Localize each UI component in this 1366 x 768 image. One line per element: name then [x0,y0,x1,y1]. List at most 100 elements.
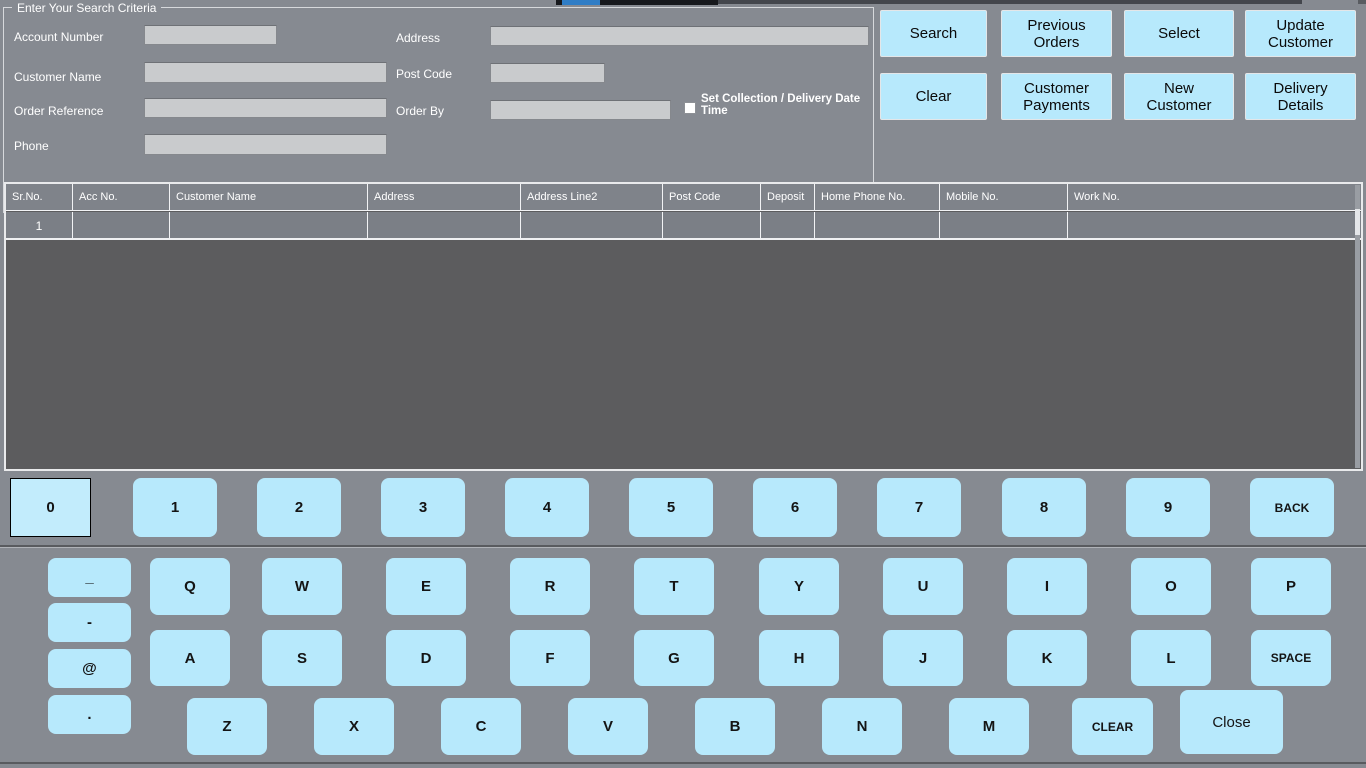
key-q[interactable]: Q [150,558,230,615]
grid-header-cell-post-code[interactable]: Post Code [663,184,761,210]
grid-scrollbar[interactable] [1355,185,1360,468]
key-2[interactable]: 2 [257,478,341,537]
delivery-details-button[interactable]: Delivery Details [1245,73,1356,120]
key-v[interactable]: V [568,698,648,755]
top-window-sliver-accent [562,0,600,5]
grid-cell[interactable] [1068,212,1361,238]
grid-header-cell-acc-no[interactable]: Acc No. [73,184,170,210]
update-customer-button[interactable]: Update Customer [1245,10,1356,57]
key-3[interactable]: 3 [381,478,465,537]
key-y[interactable]: Y [759,558,839,615]
grid-cell[interactable] [761,212,815,238]
grid-cell[interactable] [521,212,663,238]
set-collection-delivery-label: Set Collection / Delivery Date Time [701,93,873,117]
key-@[interactable]: @ [48,649,131,688]
key-g[interactable]: G [634,630,714,686]
grid-cell[interactable] [940,212,1068,238]
key-w[interactable]: W [262,558,342,615]
previous-orders-button[interactable]: Previous Orders [1001,10,1112,57]
keyboard-divider-bottom [0,762,1366,764]
customer-payments-button[interactable]: Customer Payments [1001,73,1112,120]
key-5[interactable]: 5 [629,478,713,537]
key-m[interactable]: M [949,698,1029,755]
grid-cell[interactable] [663,212,761,238]
key-j[interactable]: J [883,630,963,686]
grid-cell[interactable] [170,212,368,238]
key-s[interactable]: S [262,630,342,686]
order-by-input[interactable] [490,100,671,120]
key-p[interactable]: P [1251,558,1331,615]
key-7[interactable]: 7 [877,478,961,537]
order-reference-input[interactable] [144,98,387,118]
key-1[interactable]: 1 [133,478,217,537]
search-button[interactable]: Search [880,10,987,57]
key-.[interactable]: . [48,695,131,734]
key--[interactable]: - [48,603,131,642]
key-n[interactable]: N [822,698,902,755]
key-b[interactable]: B [695,698,775,755]
groupbox-title: Enter Your Search Criteria [12,1,161,15]
key-t[interactable]: T [634,558,714,615]
grid-header-cell-sr-no[interactable]: Sr.No. [6,184,73,210]
key-close[interactable]: Close [1180,690,1283,754]
grid-header-cell-customer-name[interactable]: Customer Name [170,184,368,210]
clear-button[interactable]: Clear [880,73,987,120]
set-collection-delivery-checkbox[interactable] [684,102,696,114]
customer-name-input[interactable] [144,62,387,83]
key-u[interactable]: U [883,558,963,615]
order-reference-label: Order Reference [14,104,103,118]
grid-header-row: Sr.No.Acc No.Customer NameAddressAddress… [6,184,1361,211]
key-space[interactable]: SPACE [1251,630,1331,686]
key-o[interactable]: O [1131,558,1211,615]
address-input[interactable] [490,26,869,46]
grid-header-cell-address[interactable]: Address [368,184,521,210]
grid-cell[interactable] [815,212,940,238]
order-by-label: Order By [396,104,444,118]
customer-name-label: Customer Name [14,70,101,84]
grid-cell[interactable] [73,212,170,238]
grid-cell-sr-no[interactable]: 1 [6,212,73,238]
key-clear[interactable]: CLEAR [1072,698,1153,755]
key-e[interactable]: E [386,558,466,615]
key-i[interactable]: I [1007,558,1087,615]
top-window-sliver-tail [718,0,1302,4]
grid-header-cell-home-phone-no[interactable]: Home Phone No. [815,184,940,210]
grid-header-cell-work-no[interactable]: Work No. [1068,184,1361,210]
key-back[interactable]: BACK [1250,478,1334,537]
key-0[interactable]: 0 [10,478,91,537]
keyboard-divider-top-highlight [0,547,1366,548]
account-number-label: Account Number [14,30,103,44]
customer-search-screen: Enter Your Search Criteria Account Numbe… [0,0,1366,768]
new-customer-button[interactable]: New Customer [1124,73,1234,120]
key-d[interactable]: D [386,630,466,686]
grid-cell[interactable] [368,212,521,238]
key-l[interactable]: L [1131,630,1211,686]
key-6[interactable]: 6 [753,478,837,537]
post-code-label: Post Code [396,67,452,81]
key-k[interactable]: K [1007,630,1087,686]
post-code-input[interactable] [490,63,605,83]
key-a[interactable]: A [150,630,230,686]
address-label: Address [396,31,440,45]
top-window-sliver-corner [1358,0,1366,4]
grid-scrollbar-thumb[interactable] [1355,209,1360,235]
phone-input[interactable] [144,134,387,155]
grid-header-cell-deposit[interactable]: Deposit [761,184,815,210]
grid-data-row[interactable]: 1 [6,212,1361,240]
key-f[interactable]: F [510,630,590,686]
key-z[interactable]: Z [187,698,267,755]
customer-results-grid: Sr.No.Acc No.Customer NameAddressAddress… [4,182,1363,471]
key-h[interactable]: H [759,630,839,686]
key-4[interactable]: 4 [505,478,589,537]
grid-header-cell-address-line2[interactable]: Address Line2 [521,184,663,210]
key-9[interactable]: 9 [1126,478,1210,537]
key-r[interactable]: R [510,558,590,615]
grid-header-cell-mobile-no[interactable]: Mobile No. [940,184,1068,210]
phone-label: Phone [14,139,49,153]
key-_[interactable]: _ [48,558,131,597]
select-button[interactable]: Select [1124,10,1234,57]
key-x[interactable]: X [314,698,394,755]
key-8[interactable]: 8 [1002,478,1086,537]
account-number-input[interactable] [144,25,277,45]
key-c[interactable]: C [441,698,521,755]
